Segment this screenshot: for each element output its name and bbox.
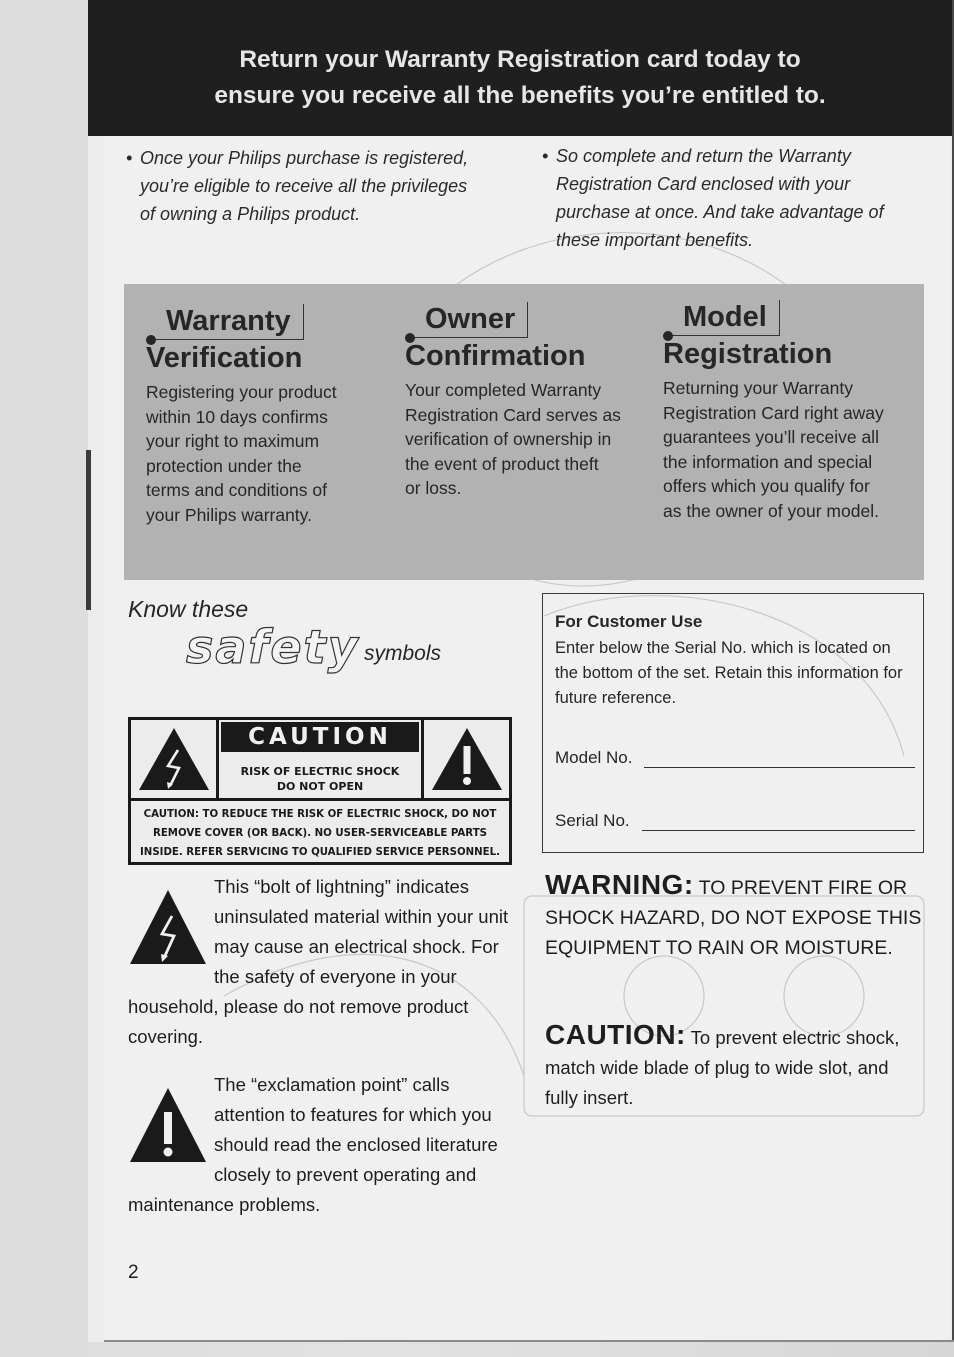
page-binding-edge — [86, 450, 91, 610]
benefit-line: Registration Card right away — [663, 402, 884, 423]
safety-outline-word: safety — [185, 619, 360, 674]
caution-notice-line: REMOVE COVER (OR BACK). NO USER-SERVICEA… — [153, 828, 487, 839]
benefit-line: the event of product theft — [405, 453, 599, 474]
benefit-line: verification of ownership in — [405, 429, 612, 450]
benefit-title-bottom: Verification — [146, 342, 303, 374]
benefit-owner-confirmation: Owner Confirmation Your completed Warran… — [405, 302, 645, 501]
benefit-line: or loss. — [405, 478, 462, 499]
serial-number-field[interactable] — [641, 815, 915, 831]
bullet-dot: • — [542, 146, 549, 166]
benefit-title-top: Warranty — [146, 304, 304, 345]
customer-use-title: For Customer Use — [555, 612, 703, 631]
benefit-body: Registering your product within 10 days … — [146, 380, 386, 528]
know-these-heading: Know these — [128, 596, 249, 622]
intro-left-line: you’re eligible to receive all the privi… — [140, 176, 468, 196]
benefit-line: terms and conditions of — [146, 480, 327, 501]
symbols-word: symbols — [364, 642, 442, 665]
lightning-bolt-triangle-icon — [130, 890, 206, 964]
warning-notice: WARNING: TO PREVENT FIRE OR SHOCK HAZARD… — [545, 870, 925, 963]
header-line-2: ensure you receive all the benefits you’… — [214, 82, 826, 109]
customer-use-box: For Customer Use Enter below the Serial … — [542, 593, 924, 853]
intro-right-line: purchase at once. And take advantage of — [556, 202, 884, 222]
caution-notice-text: CAUTION: TO REDUCE THE RISK OF ELECTRIC … — [131, 803, 509, 863]
exclamation-triangle-icon — [130, 1088, 206, 1162]
benefit-line: guarantees you’ll receive all — [663, 427, 879, 448]
benefit-line: Returning your Warranty — [663, 378, 853, 398]
model-number-label: Model No. — [555, 748, 633, 767]
intro-left-line: of owning a Philips product. — [140, 204, 361, 224]
plug-caution-notice: CAUTION: To prevent electric shock, matc… — [545, 1020, 925, 1113]
intro-right-line: these important benefits. — [556, 230, 754, 250]
lightning-symbol-explanation: This “bolt of lightning” indicates unins… — [128, 872, 518, 1052]
plug-caution-label: CAUTION: — [545, 1019, 686, 1050]
benefit-title-bottom: Registration — [663, 338, 833, 370]
caution-label-box: CAUTION RISK OF ELECTRIC SHOCK DO NOT OP… — [128, 717, 512, 865]
benefit-model-registration: Model Registration Returning your Warran… — [663, 300, 913, 524]
intro-right-line: Registration Card enclosed with your — [556, 174, 851, 194]
benefit-title-top: Model — [663, 300, 780, 341]
caution-notice-line: INSIDE. REFER SERVICING TO QUALIFIED SER… — [140, 847, 500, 858]
customer-use-instructions: Enter below the Serial No. which is loca… — [555, 639, 903, 707]
exclamation-warning-icon — [431, 728, 502, 790]
caution-label-center: CAUTION RISK OF ELECTRIC SHOCK DO NOT OP… — [219, 720, 421, 798]
warning-label: WARNING: — [545, 869, 694, 900]
caution-risk-text: RISK OF ELECTRIC SHOCK DO NOT OPEN — [219, 764, 421, 794]
model-number-row: Model No. — [555, 748, 915, 768]
caution-title: CAUTION — [221, 722, 419, 752]
header-line-1: Return your Warranty Registration card t… — [239, 46, 801, 73]
benefit-line: your right to maximum — [146, 431, 320, 452]
benefit-line: offers which you qualify for — [663, 476, 870, 497]
serial-number-label: Serial No. — [555, 811, 630, 830]
benefits-band: Warranty Verification Registering your p… — [124, 284, 924, 580]
benefit-line: your Philips warranty. — [146, 504, 312, 525]
header-banner: Return your Warranty Registration card t… — [88, 0, 952, 136]
benefit-title-top: Owner — [405, 302, 529, 343]
caution-notice-line: CAUTION: TO REDUCE THE RISK OF ELECTRIC … — [143, 809, 497, 820]
page-bottom-edge — [104, 1340, 954, 1342]
lightning-bolt-warning-icon — [138, 728, 209, 790]
caution-left-cell — [131, 720, 219, 798]
benefit-line: Registration Card serves as — [405, 404, 621, 425]
serial-number-row: Serial No. — [555, 811, 915, 831]
benefit-line: Registering your product — [146, 382, 337, 402]
benefit-title-bottom: Confirmation — [405, 340, 586, 372]
benefit-line: within 10 days confirms — [146, 406, 328, 427]
caution-label-top-row: CAUTION RISK OF ELECTRIC SHOCK DO NOT OP… — [131, 720, 509, 801]
benefit-body: Returning your Warranty Registration Car… — [663, 376, 913, 524]
caution-risk-line: RISK OF ELECTRIC SHOCK — [240, 765, 400, 778]
exclamation-symbol-explanation: The “exclamation point” calls attention … — [128, 1070, 518, 1220]
benefit-body: Your completed Warranty Registration Car… — [405, 378, 645, 501]
benefit-line: the information and special — [663, 451, 873, 472]
model-number-field[interactable] — [644, 752, 915, 768]
bullet-dot: • — [126, 148, 133, 168]
caution-right-cell — [421, 720, 509, 798]
caution-risk-line: DO NOT OPEN — [276, 780, 364, 793]
intro-bullet-right: • So complete and return the Warranty Reg… — [542, 142, 922, 254]
intro-left-line: Once your Philips purchase is registered… — [140, 148, 469, 168]
page-number: 2 — [128, 1262, 139, 1283]
benefit-line: as the owner of your model. — [663, 500, 879, 521]
intro-right-line: So complete and return the Warranty — [556, 146, 851, 166]
benefit-line: protection under the — [146, 455, 302, 476]
benefit-warranty-verification: Warranty Verification Registering your p… — [146, 304, 386, 528]
intro-bullet-left: • Once your Philips purchase is registere… — [126, 144, 526, 228]
benefit-line: Your completed Warranty — [405, 380, 602, 400]
